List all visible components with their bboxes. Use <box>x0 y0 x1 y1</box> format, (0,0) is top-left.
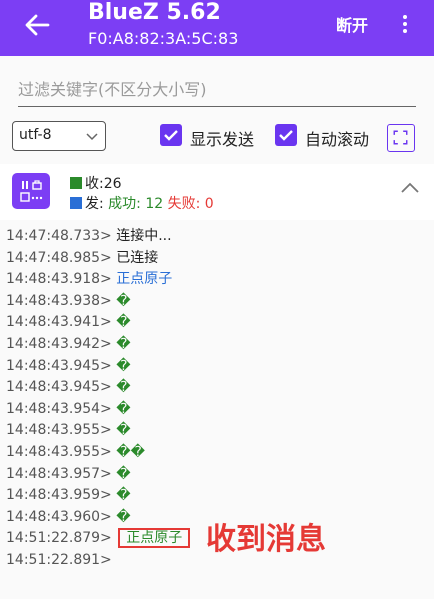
auto-scroll-checkbox[interactable] <box>275 124 297 146</box>
disconnect-button[interactable]: 断开 <box>336 12 368 36</box>
log-timestamp: 14:48:43.959> <box>6 487 112 504</box>
log-message: 正点原子 <box>116 271 173 288</box>
checkmark-icon <box>164 130 178 141</box>
log-timestamp: 14:48:43.938> <box>6 292 112 309</box>
log-timestamp: 14:48:43.960> <box>6 508 112 525</box>
log-message: � <box>116 487 131 504</box>
log-timestamp: 14:48:43.942> <box>6 335 112 352</box>
log-line: 14:48:43.954> � <box>6 399 426 421</box>
log-line: 14:47:48.733> 连接中... <box>6 226 426 248</box>
log-message: � <box>116 292 131 309</box>
encoding-select[interactable]: utf-8 <box>12 121 106 151</box>
log-line: 14:48:43.955> �� <box>6 442 426 464</box>
log-timestamp: 14:48:43.941> <box>6 314 112 331</box>
log-timestamp: 14:48:43.945> <box>6 357 112 374</box>
log-message: 正点原子 <box>118 528 191 549</box>
log-timestamp: 14:51:22.891> <box>6 551 112 568</box>
log-timestamp: 14:48:43.945> <box>6 379 112 396</box>
send-color-square <box>70 197 82 209</box>
log-line: 14:48:43.938> � <box>6 291 426 313</box>
log-message: � <box>116 508 131 525</box>
log-line: 14:48:43.955> � <box>6 420 426 442</box>
chevron-up-icon[interactable] <box>400 180 420 194</box>
log-timestamp: 14:51:22.879> <box>6 530 112 547</box>
log-line: 14:48:43.945> � <box>6 377 426 399</box>
recv-color-square <box>70 177 82 189</box>
sent-count: 发: 成功: 12 失败: 0 <box>70 193 214 213</box>
annotation-text: 收到消息 <box>206 522 326 557</box>
log-message: 已连接 <box>116 249 159 266</box>
log-line: 14:48:43.942> � <box>6 334 426 356</box>
log-message: � <box>116 314 131 331</box>
log-message: � <box>116 465 131 482</box>
log-timestamp: 14:47:48.985> <box>6 249 112 266</box>
log-timestamp: 14:48:43.918> <box>6 271 112 288</box>
filter-field[interactable] <box>18 76 416 107</box>
fullscreen-icon[interactable] <box>387 124 415 152</box>
log-message: � <box>116 422 131 439</box>
more-options-icon[interactable] <box>398 12 412 36</box>
log-tools-button[interactable] <box>12 173 50 209</box>
log-message: 连接中... <box>116 228 172 244</box>
log-timestamp: 14:48:43.954> <box>6 400 112 417</box>
checkmark-icon <box>279 130 293 141</box>
log-line: 14:48:43.941> � <box>6 312 426 334</box>
log-message: � <box>116 335 131 352</box>
encoding-value: utf-8 <box>19 127 52 143</box>
log-line: 14:48:43.918> 正点原子 <box>6 269 426 291</box>
show-sent-checkbox[interactable] <box>160 124 182 146</box>
log-timestamp: 14:48:43.957> <box>6 465 112 482</box>
log-message: � <box>116 357 131 374</box>
log-line: 14:47:48.985> 已连接 <box>6 248 426 270</box>
app-bar: BlueZ 5.62 F0:A8:82:3A:5C:83 断开 <box>0 0 434 56</box>
pause-clear-icon <box>20 180 43 202</box>
show-sent-label: 显示发送 <box>190 130 255 149</box>
device-name: BlueZ 5.62 <box>88 0 221 25</box>
chevron-down-icon <box>86 133 98 141</box>
log-message: � <box>116 379 131 396</box>
back-arrow-icon[interactable] <box>22 10 52 40</box>
log-timestamp: 14:47:48.733> <box>6 228 112 244</box>
log-timestamp: 14:48:43.955> <box>6 422 112 439</box>
log-message: � <box>116 400 131 417</box>
log-message: �� <box>116 443 145 460</box>
stats-panel <box>0 164 434 220</box>
log-line: 14:48:43.945> � <box>6 356 426 378</box>
device-address: F0:A8:82:3A:5C:83 <box>88 29 239 48</box>
log-line: 14:48:43.957> � <box>6 464 426 486</box>
log-timestamp: 14:48:43.955> <box>6 443 112 460</box>
received-count: 收:26 <box>70 173 122 193</box>
auto-scroll-label: 自动滚动 <box>305 130 370 149</box>
filter-input[interactable] <box>18 76 416 102</box>
log-line: 14:48:43.959> � <box>6 485 426 507</box>
